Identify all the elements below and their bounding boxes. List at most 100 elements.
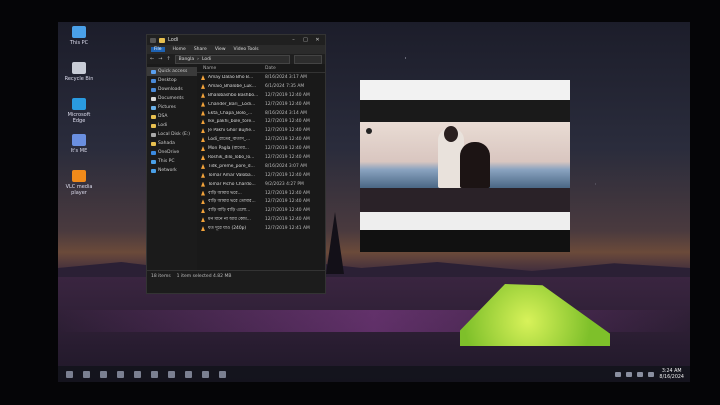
edge-icon[interactable] xyxy=(134,370,141,378)
close-icon[interactable]: ✕ xyxy=(313,37,322,43)
computer-icon xyxy=(151,159,156,164)
vlc-file-icon xyxy=(201,110,205,116)
file-name: Tomar Amar Valoba... xyxy=(208,172,255,178)
sidebar-item-7[interactable]: Local Disk (E:) xyxy=(147,130,197,139)
file-row[interactable]: Roshik_dilo_lobo_lo... 12/7/2019 12:40 AM xyxy=(197,153,325,162)
file-name: Roshik_dilo_lobo_lo... xyxy=(208,154,255,160)
video-player-window[interactable] xyxy=(360,80,570,252)
vlc-file-icon xyxy=(201,199,205,205)
tab-share[interactable]: Share xyxy=(194,47,207,52)
desktop-icon-2[interactable]: Microsoft Edge xyxy=(62,98,96,124)
file-date: 9/2/2023 4:27 PM xyxy=(265,181,304,187)
chrome-icon[interactable] xyxy=(168,370,175,378)
quick-access-toolbar-icon[interactable] xyxy=(150,37,156,43)
settings-icon[interactable] xyxy=(219,370,226,378)
up-icon[interactable]: ↑ xyxy=(166,56,170,62)
file-row[interactable]: Amay Dalao Bho B... 8/16/2024 3:17 AM xyxy=(197,73,325,82)
file-date: 8/16/2024 3:07 AM xyxy=(265,163,307,169)
desktop-icon-3[interactable]: It's ME xyxy=(62,134,96,154)
back-icon[interactable]: ← xyxy=(150,56,154,62)
tab-home[interactable]: Home xyxy=(173,47,186,52)
tab-video-tools[interactable]: Video Tools xyxy=(234,47,259,52)
tab-view[interactable]: View xyxy=(215,47,226,52)
desktop-icon-label: It's ME xyxy=(70,148,88,154)
file-row[interactable]: Je Pakhi Ghor Bujhe... 12/7/2019 12:40 AM xyxy=(197,126,325,135)
tab-file[interactable]: File xyxy=(151,47,165,52)
column-name[interactable]: Name xyxy=(203,66,265,71)
explorer-titlebar[interactable]: Lodi – □ ✕ xyxy=(147,35,325,45)
file-row[interactable]: Lodi_রাতের_বাতাস_... 12/7/2019 12:40 AM xyxy=(197,135,325,144)
taskbar-clock[interactable]: 3:24 AM 8/16/2024 xyxy=(659,369,684,380)
file-name: Amaio_Bhalobe_Luk... xyxy=(208,83,257,89)
vlc-file-icon xyxy=(201,92,205,98)
file-row[interactable]: Mon Pagla (রাতের... 12/7/2019 12:40 AM xyxy=(197,144,325,153)
file-date: 12/7/2019 12:40 AM xyxy=(265,119,310,125)
file-row[interactable]: Ike_pakhi_bole_tore... 12/7/2019 12:40 AM xyxy=(197,117,325,126)
vlc-file-icon xyxy=(201,119,205,125)
vlc-file-icon xyxy=(201,190,205,196)
file-row[interactable]: Ekta_Chapa_Bolo_... 8/16/2024 3:14 AM xyxy=(197,109,325,118)
sidebar-item-3[interactable]: Documents xyxy=(147,94,197,103)
file-row[interactable]: Tidk_preme_pore_d... 8/16/2024 3:07 AM xyxy=(197,162,325,171)
address-bar[interactable]: Bangla › Lodi xyxy=(174,54,290,64)
minimize-icon[interactable]: – xyxy=(289,37,298,43)
forward-icon[interactable]: → xyxy=(158,56,162,62)
file-row[interactable]: Bhalobashbo Bashbo... 12/7/2019 12:40 AM xyxy=(197,91,325,100)
file-row[interactable]: Tomar Picho Chardo... 9/2/2023 4:27 PM xyxy=(197,180,325,189)
file-date: 12/7/2019 12:40 AM xyxy=(265,199,310,205)
sidebar-item-5[interactable]: DSA xyxy=(147,112,197,121)
item-count: 18 items xyxy=(151,273,171,279)
battery-tray-icon[interactable] xyxy=(637,372,644,377)
sidebar-item-0[interactable]: Quick access xyxy=(147,67,197,76)
sidebar-item-6[interactable]: Lodi xyxy=(147,121,197,130)
network-tray-icon[interactable] xyxy=(615,372,622,377)
volume-tray-icon[interactable] xyxy=(626,372,633,377)
file-row[interactable]: যত দূরে যাও (240p) 12/7/2019 12:41 AM xyxy=(197,224,325,233)
store-icon[interactable] xyxy=(151,370,158,378)
vlc-file-icon xyxy=(201,226,205,232)
file-row[interactable]: Tomar Amar Valoba... 12/7/2019 12:40 AM xyxy=(197,171,325,180)
desktop-icon-0[interactable]: This PC xyxy=(62,26,96,46)
start-icon[interactable] xyxy=(66,370,73,378)
file-date: 12/7/2019 12:40 AM xyxy=(265,154,310,160)
file-row[interactable]: বাড়ি বাড়ি বাড়ি এলো... 12/7/2019 12:40 … xyxy=(197,206,325,215)
sidebar-item-11[interactable]: Network xyxy=(147,166,197,175)
video-frame[interactable] xyxy=(360,122,570,188)
file-row[interactable]: মন মানে না আর কোম... 12/7/2019 12:40 AM xyxy=(197,215,325,224)
file-date: 12/7/2019 12:40 AM xyxy=(265,101,310,107)
file-name: Ekta_Chapa_Bolo_... xyxy=(208,110,253,116)
search-icon[interactable] xyxy=(83,370,90,378)
document-icon xyxy=(151,96,156,101)
file-row[interactable]: Chander_Bari__Lodi... 12/7/2019 12:40 AM xyxy=(197,100,325,109)
desktop-screen: This PC Recycle Bin Microsoft Edge It's ME V… xyxy=(58,22,690,382)
sidebar-item-9[interactable]: OneDrive xyxy=(147,148,197,157)
computer-icon xyxy=(72,26,86,38)
sidebar-item-1[interactable]: Desktop xyxy=(147,76,197,85)
file-explorer-window[interactable]: Lodi – □ ✕ File Home Share View Video To… xyxy=(146,34,326,294)
maximize-icon[interactable]: □ xyxy=(301,37,310,43)
sidebar-item-label: Downloads xyxy=(158,87,183,92)
file-row[interactable]: বাড়ি আমার ভরে... 12/7/2019 12:40 AM xyxy=(197,189,325,198)
language-tray-icon[interactable] xyxy=(648,372,655,377)
mail-icon[interactable] xyxy=(185,370,192,378)
sidebar-item-10[interactable]: This PC xyxy=(147,157,197,166)
file-date: 12/7/2019 12:40 AM xyxy=(265,217,310,223)
video-person-head xyxy=(444,126,458,142)
vlc-icon[interactable] xyxy=(202,370,209,378)
desktop-icon-4[interactable]: VLC media player xyxy=(62,170,96,196)
sidebar-item-4[interactable]: Pictures xyxy=(147,103,197,112)
task-view-icon[interactable] xyxy=(100,370,107,378)
search-input[interactable] xyxy=(294,54,322,64)
sidebar-item-label: Sahada xyxy=(158,141,175,146)
file-row[interactable]: Amaio_Bhalobe_Luk... 6/1/2024 7:35 AM xyxy=(197,82,325,91)
sidebar-item-8[interactable]: Sahada xyxy=(147,139,197,148)
breadcrumb-lodi[interactable]: Lodi xyxy=(202,57,211,62)
file-name: বাড়ি বাড়ি বাড়ি এলো... xyxy=(208,208,251,214)
sidebar-item-2[interactable]: Downloads xyxy=(147,85,197,94)
breadcrumb-bangla[interactable]: Bangla xyxy=(179,57,195,62)
video-person-right xyxy=(460,142,490,188)
column-date[interactable]: Date xyxy=(265,66,276,71)
explorer-icon[interactable] xyxy=(117,370,124,378)
desktop-icon-1[interactable]: Recycle Bin xyxy=(62,62,96,82)
file-row[interactable]: বাড়ি আমার ভরে তোমার... 12/7/2019 12:40 A… xyxy=(197,197,325,206)
